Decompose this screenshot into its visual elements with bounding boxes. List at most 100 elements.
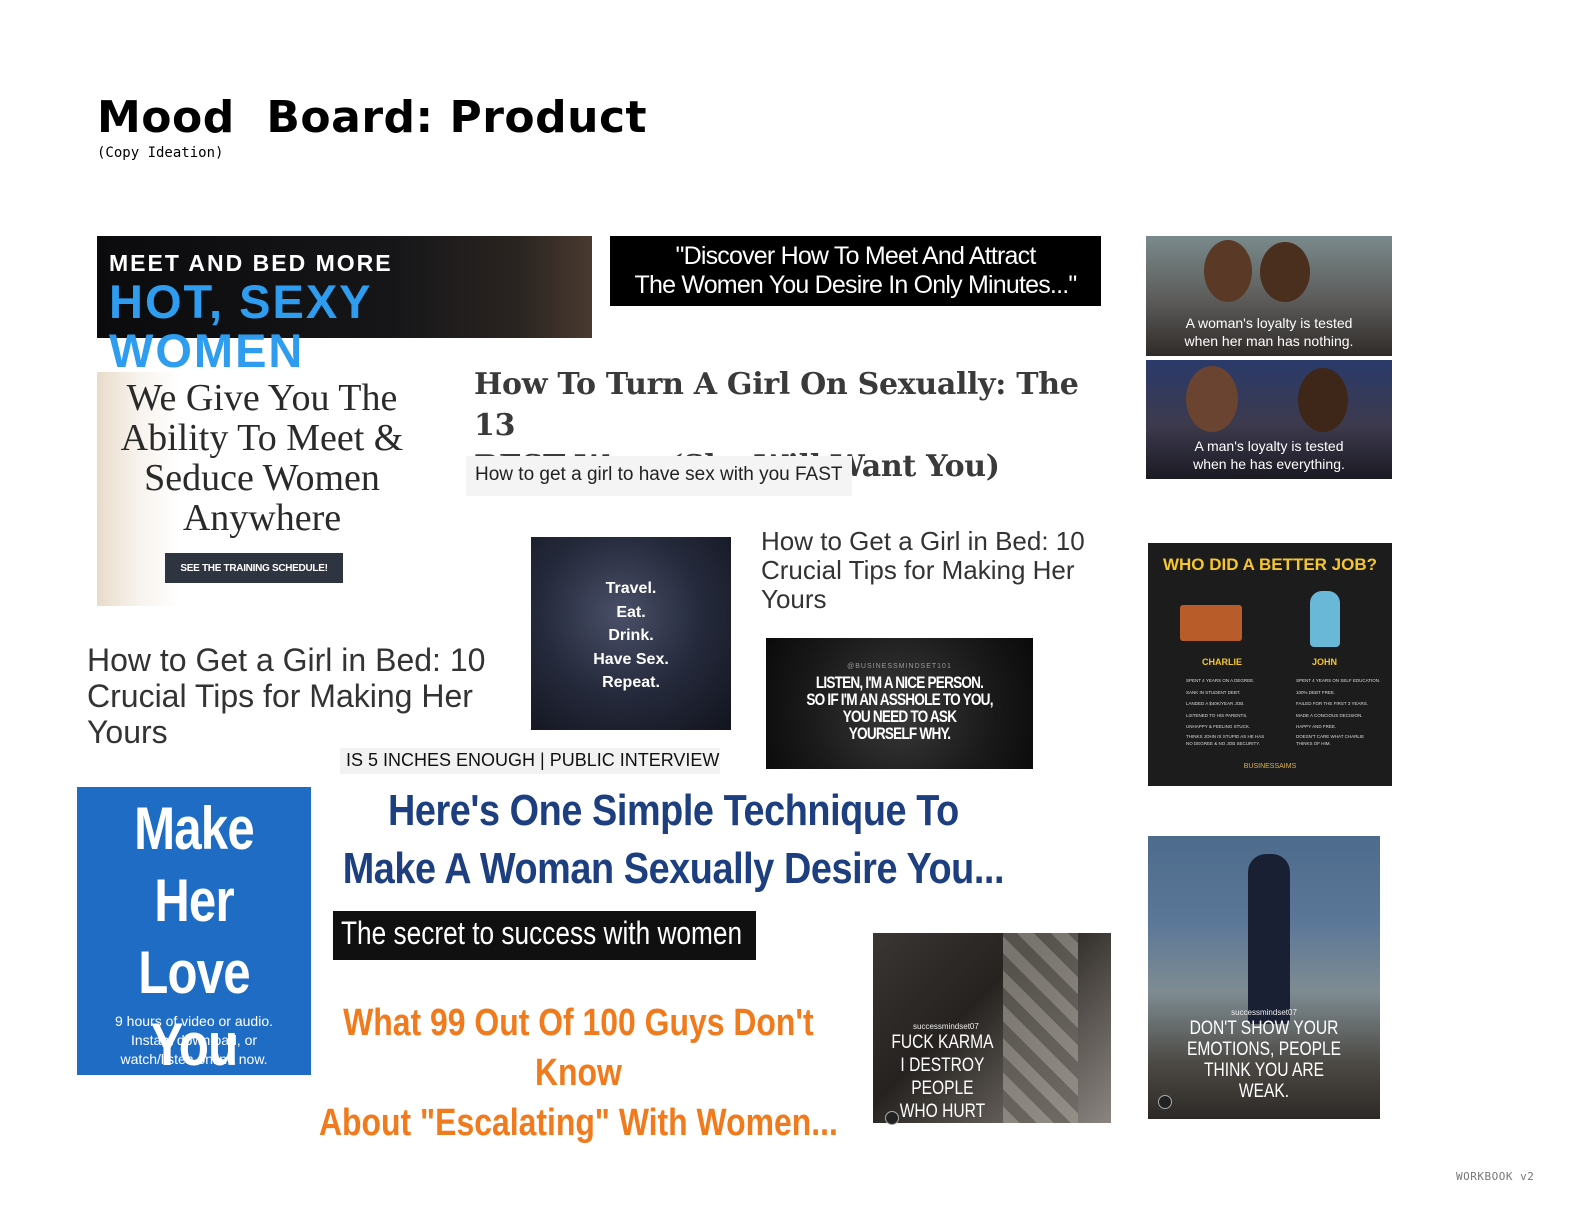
headline-line: Yours [87,714,168,750]
headline-line: Crucial Tips for Making Her [761,555,1075,585]
list-item: MADE A CONCIOUS DECISION. [1296,712,1363,718]
technique-headline: Here's One Simple Technique To Make A Wo… [338,782,1009,898]
loyalty-man-image: A man's loyalty is tested when he has ev… [1146,360,1392,479]
subtext-line: Instant download, or [130,1032,258,1048]
discover-banner: "Discover How To Meet And Attract The Wo… [610,236,1101,306]
travel-text: Travel. Eat. Drink. Have Sex. Repeat. [531,577,731,695]
scarf-shape [1003,933,1078,1123]
john-list: SPENT 4 YEARS ON SELF EDUCATION. 100% DE… [1296,675,1381,747]
better-job-heading: WHO DID A BETTER JOB? [1162,555,1378,574]
in-bed-headline-right: How to Get a Girl in Bed: 10 Crucial Tip… [761,527,1101,614]
caption-line: A woman's loyalty is tested [1185,314,1353,331]
subtext-line: 9 hours of video or audio. [115,1013,273,1029]
banner-line-2: HOT, SEXY WOMEN [109,275,372,378]
quote-line: THINK YOU ARE [1203,1060,1325,1081]
headline-line: How To Turn A Girl On Sexually: The 13 [474,367,1079,443]
quote-line: YOURSELF WHY. [848,724,951,743]
face-shape [1204,240,1252,302]
quote-handle: successmindset07 [913,1022,979,1031]
headline-line: How to Get a Girl in Bed: 10 [761,526,1085,556]
quote-line: LISTEN, I'M A NICE PERSON. [815,673,984,692]
quote-line: YOU NEED TO ASK [842,707,957,726]
face-shape [1260,242,1310,302]
charlie-list: SPENT 4 YEARS ON A DEGREE. SANK IN STUDE… [1186,675,1271,747]
love-for-life-ad: Make Her Love You For Life 9 hours of vi… [77,787,311,1150]
headline-line: Yours [761,584,827,614]
text-line: Eat. [616,603,646,621]
discover-line-1: "Discover How To Meet And Attract [675,242,1037,271]
list-item: THINKS JOHN IS STUPID AS HE HAS NO DEGRE… [1186,733,1265,746]
headline-line: Make Her [134,795,255,934]
face-shape [1186,366,1238,432]
quote-handle: successmindset07 [1231,1008,1297,1017]
list-item: UNHAPPY & FEELING STUCK. [1186,724,1251,729]
john-label: JOHN [1312,657,1338,667]
headline-line: Anywhere [182,497,342,539]
list-item: LISTENED TO HIS PARENTS. [1186,712,1248,718]
better-job-infographic: WHO DID A BETTER JOB? CHARLIE JOHN SPENT… [1148,543,1392,786]
love-headline: Make Her Love You For Life [98,793,290,1153]
loyalty-woman-caption: A woman's loyalty is tested when her man… [1146,314,1392,350]
subtext-line: watch/listen online now. [120,1051,268,1067]
discover-line-2: The Women You Desire In Only Minutes..." [634,271,1078,299]
quote-line: FUCK KARMA [891,1032,994,1053]
headline-line: How to Get a Girl in Bed: 10 [87,642,486,678]
businessaims-logo: BUSINESSAIMS [1243,763,1297,770]
loyalty-man-caption: A man's loyalty is tested when he has ev… [1146,437,1392,473]
caption-line: when he has everything. [1193,455,1345,472]
quote-text: FUCK KARMA I DESTROY PEOPLE WHO HURT ME. [885,1031,1000,1146]
text-line: Repeat. [602,674,660,691]
headline-line: What 99 Out Of 100 Guys Don't Know [343,1002,814,1094]
face-shape [1298,368,1348,432]
headline-line: We Give You The [126,377,398,419]
sex-fast-snippet: How to get a girl to have sex with you F… [466,456,852,496]
headline-line: Crucial Tips for Making Her [87,678,473,714]
loyalty-woman-image: A woman's loyalty is tested when her man… [1146,236,1392,356]
page-title: Mood Board: Product [97,92,648,143]
list-item: HAPPY AND FREE. [1296,724,1337,729]
list-item: SANK IN STUDENT DEBT. [1186,689,1241,695]
training-schedule-button[interactable]: SEE THE TRAINING SCHEDULE! [165,553,343,583]
karma-quote: successmindset07 FUCK KARMA I DESTROY PE… [873,933,1111,1145]
travel-eat-image: Travel. Eat. Drink. Have Sex. Repeat. [531,537,731,730]
seduce-headline: We Give You The Ability To Meet & Seduce… [97,378,427,538]
page-subtitle: (Copy Ideation) [97,145,224,161]
man-figure [1248,854,1290,1024]
headline-line: Make A Woman Sexually Desire You... [342,844,1005,893]
text-line: Drink. [608,627,654,644]
five-inches-snippet: IS 5 INCHES ENOUGH | PUBLIC INTERVIEW [340,748,720,774]
quote-handle: @BUSINESSMINDSET101 [847,663,952,670]
text-line: Have Sex. [593,650,669,668]
profile-icon [1158,1095,1172,1109]
person-icon [1310,591,1340,647]
list-item: 100% DEBT FREE. [1296,689,1336,695]
seduce-women-ad: We Give You The Ability To Meet & Seduce… [97,372,427,606]
escalating-headline: What 99 Out Of 100 Guys Don't Know About… [318,998,839,1148]
quote-line: DON'T SHOW YOUR [1189,1018,1339,1039]
headline-line: About "Escalating" With Women... [318,1102,838,1144]
quote-line: EMOTIONS, PEOPLE [1186,1039,1342,1060]
list-item: SPENT 4 YEARS ON SELF EDUCATION. [1296,678,1381,683]
headline-line: Ability To Meet & [120,417,404,459]
quote-line: I DESTROY PEOPLE [900,1055,985,1099]
headline-line: For Life [107,1083,282,1150]
quote-line: SO IF I'M AN ASSHOLE TO YOU, [806,690,993,709]
list-item: LANDED A $40K/YEAR JOB. [1186,701,1245,706]
secret-text: The secret to success with women [341,915,743,951]
emotions-quote: successmindset07 DON'T SHOW YOUR EMOTION… [1148,836,1380,1119]
secret-banner: The secret to success with women [333,911,756,960]
list-item: FAILED FOR THE FIRST 3 YEARS. [1296,701,1369,706]
profile-icon [885,1111,899,1125]
list-item: SPENT 4 YEARS ON A DEGREE. [1186,678,1255,683]
desk-icon [1180,605,1242,641]
workbook-label: WORKBOOK v2 [1456,1170,1535,1183]
quote-line: WEAK. [1238,1081,1290,1102]
love-subtext: 9 hours of video or audio. Instant downl… [77,1012,311,1069]
text-line: Travel. [605,580,657,597]
banner-line-1: MEET AND BED MORE [109,250,393,276]
meet-and-bed-banner: MEET AND BED MORE HOT, SEXY WOMEN [97,236,592,375]
headline-line: Here's One Simple Technique To [387,786,959,835]
quote-line: WHO HURT ME. [899,1101,986,1145]
quote-text: DON'T SHOW YOUR EMOTIONS, PEOPLE THINK Y… [1169,1018,1359,1102]
caption-line: when her man has nothing. [1184,332,1354,349]
